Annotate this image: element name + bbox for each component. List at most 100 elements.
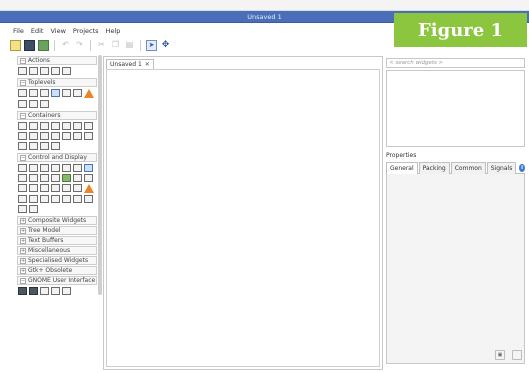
assistant-icon[interactable] — [29, 100, 38, 108]
entry-icon[interactable] — [18, 174, 27, 182]
dialog-icon[interactable] — [40, 89, 49, 97]
gnome-widget-icon[interactable] — [18, 287, 27, 295]
collapse-icon[interactable]: − — [20, 112, 26, 119]
arrow-icon[interactable] — [18, 205, 27, 213]
menu-projects[interactable]: Projects — [72, 27, 100, 37]
progress-bar-icon[interactable] — [18, 184, 27, 192]
gnome-widget-icon[interactable] — [29, 287, 38, 295]
redo-icon[interactable]: ↷ — [74, 40, 85, 51]
combo-box-icon[interactable] — [84, 164, 93, 172]
font-dialog-icon[interactable] — [73, 89, 82, 97]
expand-icon[interactable]: + — [20, 267, 26, 274]
cut-icon[interactable]: ✂ — [96, 40, 107, 51]
save-icon[interactable] — [38, 39, 49, 51]
hbox-icon[interactable] — [18, 122, 27, 130]
palette-group-gnome-ui[interactable]: − GNOME User Interface — [17, 276, 97, 285]
scale-icon[interactable] — [51, 174, 60, 182]
info-icon[interactable]: i — [519, 164, 525, 172]
calendar-icon[interactable] — [73, 184, 82, 192]
palette-group-containers[interactable]: − Containers — [17, 111, 97, 120]
scrolled-window-icon[interactable] — [18, 142, 27, 150]
layout-icon[interactable] — [29, 132, 38, 140]
fixed-icon[interactable] — [84, 132, 93, 140]
separator-icon[interactable] — [84, 195, 93, 203]
drag-resize-icon[interactable]: ✥ — [160, 40, 171, 51]
open-icon[interactable] — [24, 39, 35, 51]
event-box-icon[interactable] — [40, 142, 49, 150]
design-canvas[interactable] — [106, 69, 380, 367]
volume-button-icon[interactable] — [62, 184, 71, 192]
notebook-icon[interactable] — [51, 122, 60, 130]
palette-group-tree-model[interactable]: + Tree Model — [17, 226, 97, 235]
tab-packing[interactable]: Packing — [418, 162, 450, 174]
palette-group-composite[interactable]: + Composite Widgets — [17, 216, 97, 225]
action-icon[interactable] — [18, 67, 27, 75]
radio-button-icon[interactable] — [51, 164, 60, 172]
expand-icon[interactable]: + — [20, 237, 26, 244]
select-pointer-icon[interactable]: ➤ — [146, 39, 157, 51]
font-button-icon[interactable] — [40, 195, 49, 203]
new-icon[interactable] — [10, 39, 21, 51]
radio-action-icon[interactable] — [40, 67, 49, 75]
offscreen-window-icon[interactable] — [29, 89, 38, 97]
clear-button-icon[interactable]: ▣ — [495, 350, 505, 360]
collapse-icon[interactable]: − — [20, 79, 26, 86]
palette-group-actions[interactable]: − Actions — [17, 56, 97, 65]
info-bar-icon[interactable] — [84, 184, 94, 193]
frame-icon[interactable] — [62, 122, 71, 130]
status-bar-icon[interactable] — [18, 195, 27, 203]
palette-scrollbar[interactable] — [98, 55, 102, 295]
file-dialog-icon[interactable] — [62, 89, 71, 97]
tree-view-icon[interactable] — [62, 195, 71, 203]
spinner-icon[interactable] — [51, 184, 60, 192]
gnome-widget-icon[interactable] — [51, 287, 60, 295]
tab-common[interactable]: Common — [450, 162, 486, 174]
level-bar-icon[interactable] — [29, 184, 38, 192]
image-dialog-icon[interactable] — [51, 89, 60, 97]
palette-group-control-display[interactable]: − Control and Display — [17, 153, 97, 162]
palette-group-gtk-obsolete[interactable]: + Gtk+ Obsolete — [17, 266, 97, 275]
menu-file[interactable]: File — [12, 27, 25, 37]
copy-icon[interactable]: ❐ — [110, 40, 121, 51]
recent-action-icon[interactable] — [51, 67, 60, 75]
scrollbar-icon[interactable] — [84, 174, 93, 182]
button-icon[interactable] — [18, 164, 27, 172]
palette-group-miscellaneous[interactable]: + Miscellaneous — [17, 246, 97, 255]
alignment-icon[interactable] — [29, 142, 38, 150]
collapse-icon[interactable]: − — [20, 277, 26, 284]
drawing-area-icon[interactable] — [29, 205, 38, 213]
action-group-icon[interactable] — [62, 67, 71, 75]
gnome-widget-icon[interactable] — [40, 287, 49, 295]
toggle-button-icon[interactable] — [29, 164, 38, 172]
menu-view[interactable]: View — [49, 27, 66, 37]
text-view-icon[interactable] — [73, 174, 82, 182]
switch-icon[interactable] — [40, 184, 49, 192]
image-icon[interactable] — [62, 174, 71, 182]
check-button-icon[interactable] — [40, 164, 49, 172]
expand-icon[interactable]: + — [20, 247, 26, 254]
toggle-action-icon[interactable] — [29, 67, 38, 75]
expander-icon[interactable] — [51, 132, 60, 140]
link-button-icon[interactable] — [73, 164, 82, 172]
grid-icon[interactable] — [40, 122, 49, 130]
paned-icon[interactable] — [40, 132, 49, 140]
palette-group-toplevels[interactable]: − Toplevels — [17, 78, 97, 87]
search-widgets-input[interactable]: < search widgets > — [386, 58, 525, 68]
window-icon[interactable] — [18, 89, 27, 97]
label-icon[interactable] — [29, 174, 38, 182]
tab-general[interactable]: General — [386, 162, 418, 174]
app-chooser-icon[interactable] — [40, 100, 49, 108]
about-dialog-icon[interactable] — [18, 100, 27, 108]
close-icon[interactable]: ✕ — [145, 61, 150, 68]
expand-icon[interactable]: + — [20, 227, 26, 234]
vbox-icon[interactable] — [29, 122, 38, 130]
button-box-icon[interactable] — [73, 132, 82, 140]
menu-help[interactable]: Help — [105, 27, 122, 37]
viewport-icon[interactable] — [51, 142, 60, 150]
widget-tree[interactable] — [386, 70, 525, 147]
menu-edit[interactable]: Edit — [30, 27, 45, 37]
gnome-widget-icon[interactable] — [62, 287, 71, 295]
color-button-icon[interactable] — [29, 195, 38, 203]
tab-unsaved-1[interactable]: Unsaved 1 ✕ — [106, 59, 154, 69]
menubar-icon[interactable] — [18, 132, 27, 140]
